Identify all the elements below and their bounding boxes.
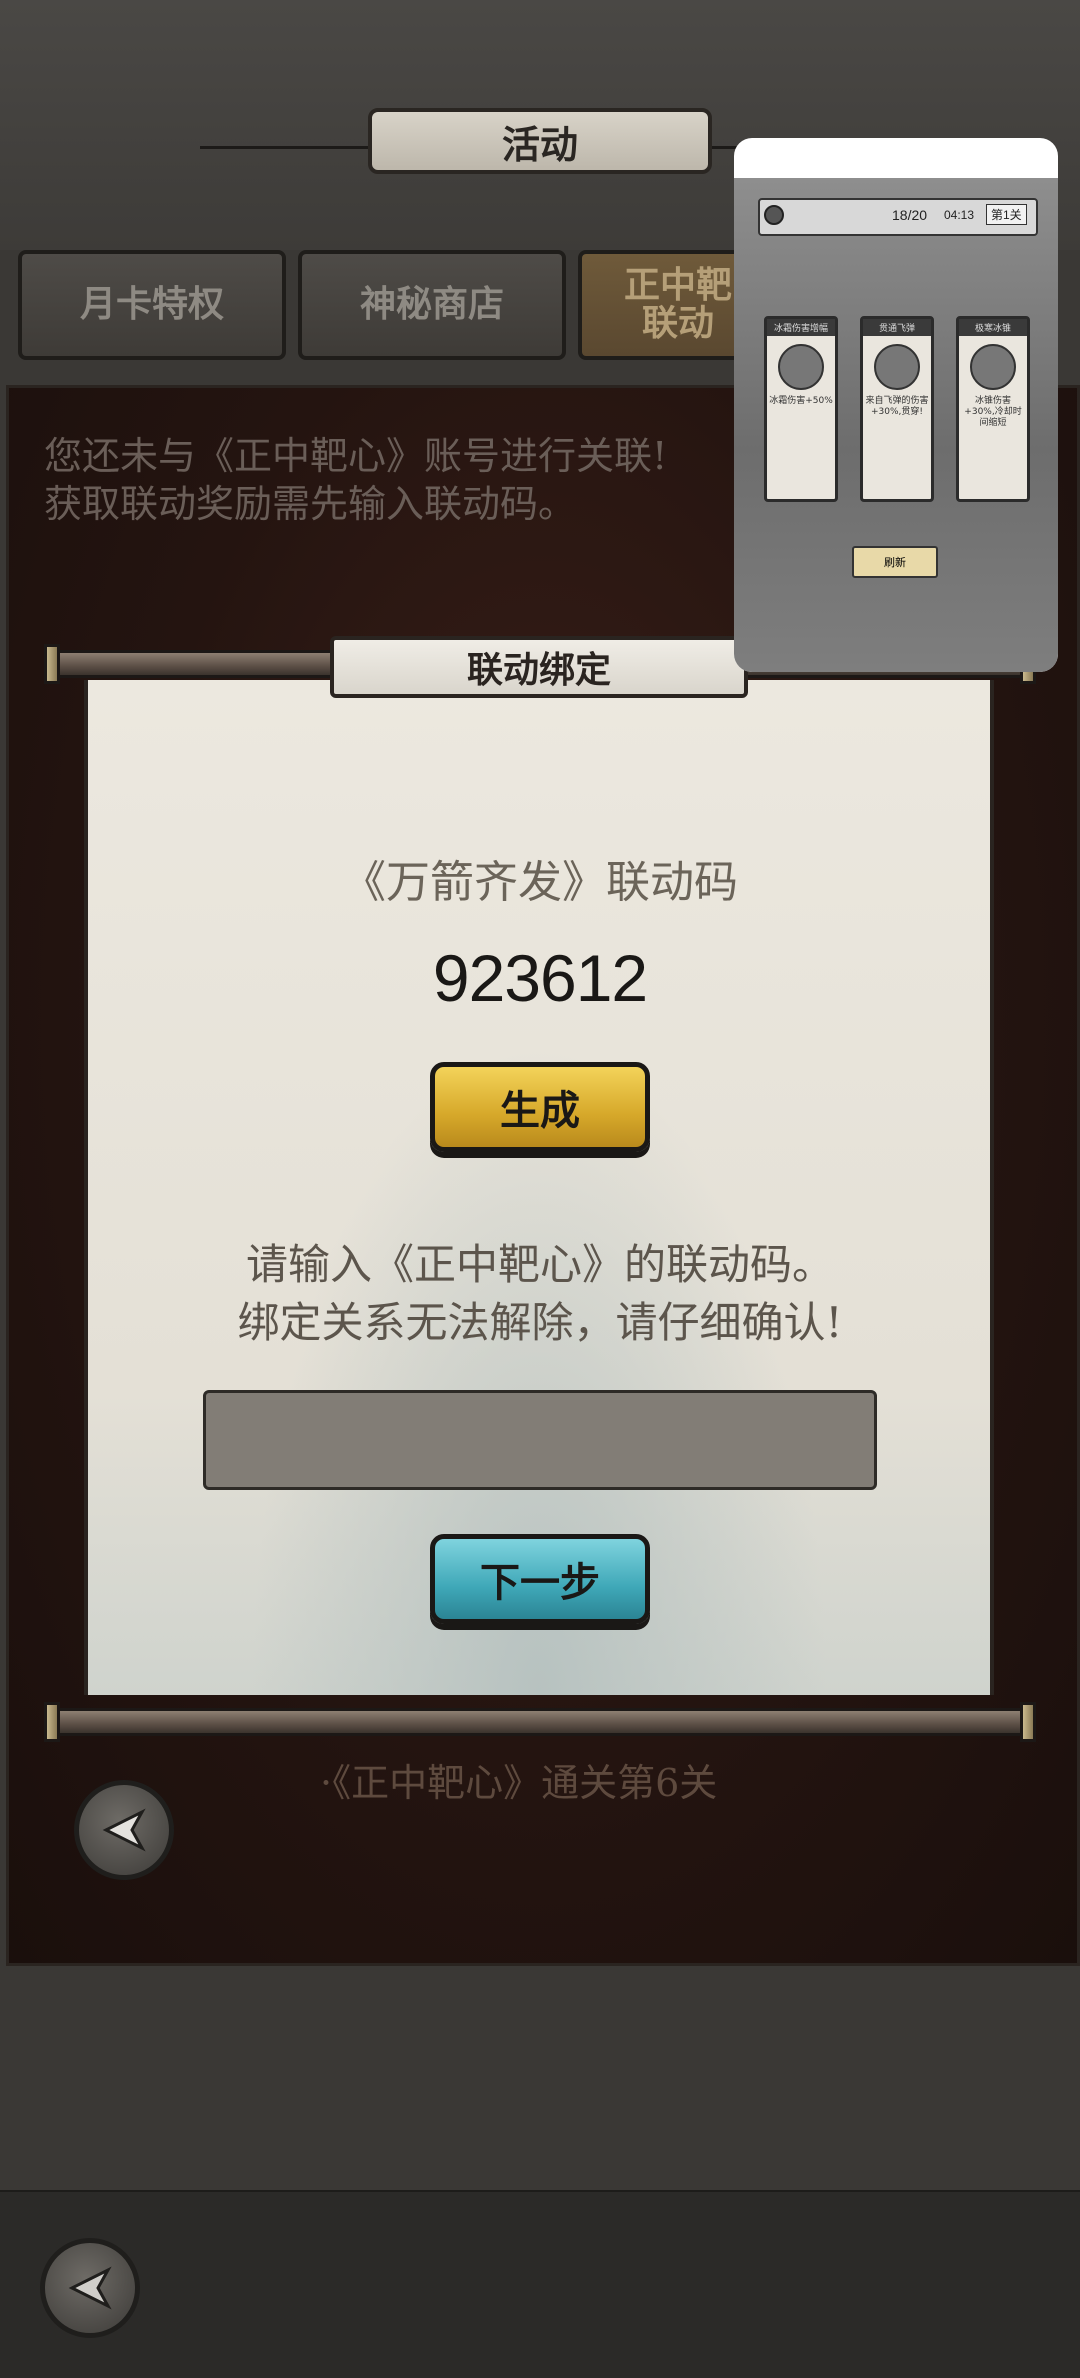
generate-button[interactable]: 生成 [430, 1062, 650, 1152]
preview-skill-card: 极寒冰锥 冰锥伤害+30%,冷却时间缩短 [956, 316, 1030, 502]
bottom-back-button[interactable] [40, 2238, 140, 2338]
card-desc: 冰锥伤害+30%,冷却时间缩短 [964, 396, 1022, 428]
preview-status-bar: 18/20 04:13 第1关 [758, 198, 1038, 236]
pause-icon [764, 205, 784, 225]
dialog-title: 联动绑定 [330, 636, 748, 698]
tab-monthly-card[interactable]: 月卡特权 [18, 250, 286, 360]
card-title: 极寒冰锥 [959, 319, 1027, 336]
instruction-line-2: 绑定关系无法解除，请仔细确认! [237, 1298, 843, 1347]
level-hint: ·《正中靶心》通关第6关 [320, 1761, 718, 1805]
preview-skill-card: 冰霜伤害增幅 冰霜伤害+50% [764, 316, 838, 502]
instruction-line-1: 请输入《正中靶心》的联动码。 [245, 1240, 834, 1289]
notice-line-1: 您还未与《正中靶心》账号进行关联! [44, 434, 668, 478]
back-arrow-icon [68, 2266, 112, 2310]
scroll-cap [44, 1702, 60, 1742]
title-divider-left [200, 146, 368, 149]
preview-game-screen: 18/20 04:13 第1关 冰霜伤害增幅 冰霜伤害+50% 贯通飞弹 来自飞… [734, 178, 1058, 672]
card-title: 贯通飞弹 [863, 319, 931, 336]
missile-skill-icon [874, 344, 920, 390]
scroll-rod-bottom [50, 1708, 1030, 1736]
card-desc: 冰霜伤害+50% [769, 396, 833, 406]
code-value: 923612 [432, 941, 648, 1015]
code-label: 《万箭齐发》联动码 [342, 857, 738, 908]
preview-timer: 04:13 [944, 208, 975, 222]
card-title: 冰霜伤害增幅 [767, 319, 835, 336]
preview-stage: 第1关 [986, 204, 1027, 225]
instructions: 请输入《正中靶心》的联动码。 绑定关系无法解除，请仔细确认! [0, 1236, 1080, 1352]
back-arrow-icon [102, 1808, 146, 1852]
binding-notice: 您还未与《正中靶心》账号进行关联! 获取联动奖励需先输入联动码。 [44, 432, 724, 528]
notice-line-2: 获取联动奖励需先输入联动码。 [44, 482, 577, 526]
collab-code-input[interactable] [203, 1390, 877, 1490]
preview-skill-card: 贯通飞弹 来自飞弹的伤害+30%,贯穿! [860, 316, 934, 502]
scroll-cap [44, 644, 60, 684]
ice-skill-icon [778, 344, 824, 390]
panel-back-button[interactable] [74, 1780, 174, 1880]
scroll-cap [1020, 1702, 1036, 1742]
preview-refresh-button: 刷新 [852, 546, 938, 578]
next-button[interactable]: 下一步 [430, 1534, 650, 1624]
card-desc: 来自飞弹的伤害+30%,贯穿! [865, 396, 929, 417]
game-preview-window[interactable]: 18/20 04:13 第1关 冰霜伤害增幅 冰霜伤害+50% 贯通飞弹 来自飞… [734, 138, 1058, 672]
preview-progress: 18/20 [892, 207, 928, 223]
tab-mystery-shop[interactable]: 神秘商店 [298, 250, 566, 360]
bottom-bar [0, 2190, 1080, 2378]
page-title: 活动 [368, 108, 712, 174]
ice-cone-skill-icon [970, 344, 1016, 390]
